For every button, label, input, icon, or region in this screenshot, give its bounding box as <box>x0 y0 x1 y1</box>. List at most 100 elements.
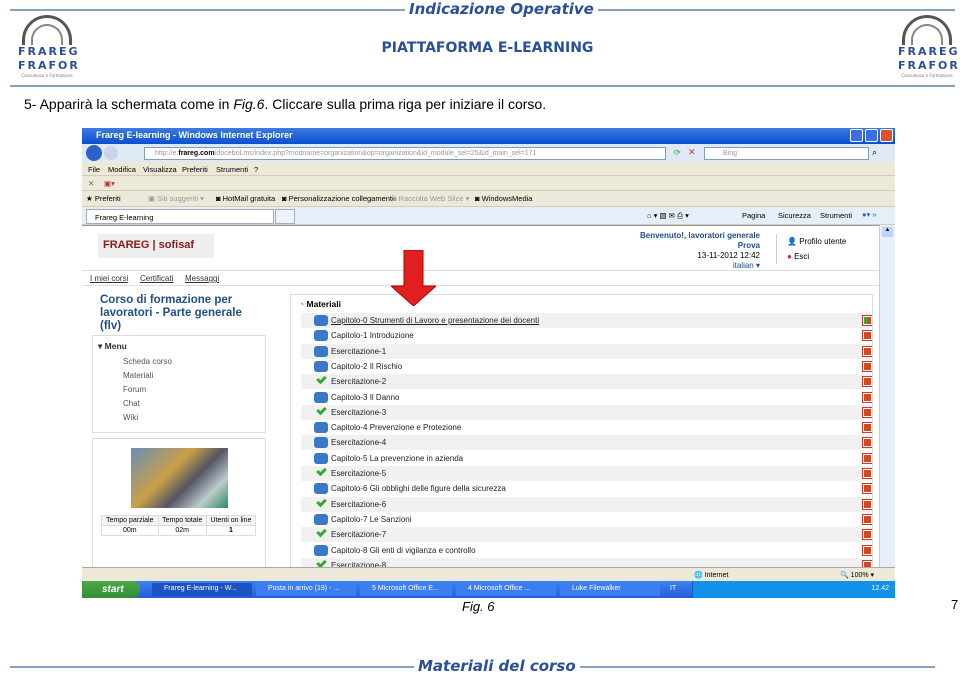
status-icon[interactable] <box>862 468 872 479</box>
task-frareg[interactable]: Frareg E-learning - W... <box>152 583 252 596</box>
forward-icon[interactable] <box>104 146 118 160</box>
menu-materiali[interactable]: Materiali <box>123 371 153 380</box>
course-title: Corso di formazione per lavoratori - Par… <box>100 294 242 332</box>
translate-icon[interactable]: ▣▾ <box>104 179 115 188</box>
instruction-text: 5- Apparirà la schermata come in Fig.6. … <box>24 96 546 112</box>
material-label: Esercitazione-5 <box>331 469 387 478</box>
material-row[interactable]: Capitolo-5 La prevenzione in azienda <box>301 451 872 466</box>
search-input[interactable]: Bing <box>704 147 869 160</box>
material-row[interactable]: Esercitazione-4 <box>301 435 872 451</box>
status-icon[interactable] <box>862 483 872 495</box>
menu-chat[interactable]: Chat <box>123 399 140 408</box>
status-icon[interactable] <box>862 437 872 449</box>
profile-link[interactable]: 👤 Profilo utente <box>787 234 846 249</box>
menu-strumenti[interactable]: Strumenti <box>216 165 248 174</box>
command-strip: ✕ ▣▾ <box>82 176 895 191</box>
status-icon[interactable] <box>862 376 872 388</box>
fav-web-slice[interactable]: ◙ Raccolta Web Slice ▾ <box>392 194 469 203</box>
fav-personalizzazione[interactable]: ◙ Personalizzazione collegamenti <box>282 194 394 203</box>
fav-hotmail[interactable]: ◙ HotMail gratuita <box>216 194 275 203</box>
window-title: Frareg E-learning - Windows Internet Exp… <box>96 130 293 140</box>
fav-siti-suggeriti[interactable]: ▣ Siti suggeriti ▾ <box>148 194 204 203</box>
address-bar: http://e.frareg.com/doceboLms/index.php?… <box>82 144 895 162</box>
material-row[interactable]: Esercitazione-5 <box>301 465 872 481</box>
cmd-pagina[interactable]: Pagina <box>742 211 765 220</box>
material-row[interactable]: Capitolo-8 Gli enti di vigilanza e contr… <box>301 543 872 558</box>
status-icon[interactable] <box>862 391 872 403</box>
material-label: Capitolo-3 Il Danno <box>331 392 400 402</box>
task-luke[interactable]: Luke Filewalker <box>560 583 660 596</box>
status-icon[interactable] <box>862 330 872 342</box>
tab-frareg[interactable]: Frareg E-learning <box>86 209 274 224</box>
window-titlebar: Frareg E-learning - Windows Internet Exp… <box>82 128 895 144</box>
task-posta[interactable]: Posta in arrivo (19) - ... <box>256 583 356 596</box>
zone-indicator: 🌐 Internet <box>694 572 729 579</box>
url-input[interactable]: http://e.frareg.com/doceboLms/index.php?… <box>144 147 666 160</box>
material-row[interactable]: Capitolo-3 Il Danno <box>301 390 872 405</box>
zoom-control[interactable]: 🔍 100% ▾ <box>840 571 874 579</box>
search-icon[interactable]: ⌕ <box>872 147 877 158</box>
status-icon[interactable] <box>862 529 872 541</box>
vertical-scrollbar[interactable]: ▲ <box>879 225 895 567</box>
completed-check-icon <box>316 404 327 416</box>
task-office[interactable]: 4 Microsoft Office ... <box>456 583 556 596</box>
instr-prefix: 5- Apparirà la schermata come in <box>24 96 234 112</box>
material-label: Capitolo-6 Gli obblighi delle figure del… <box>331 484 506 494</box>
nav-miei-corsi[interactable]: I miei corsi <box>90 274 128 283</box>
fav-windowsmedia[interactable]: ◙ WindowsMedia <box>475 194 532 203</box>
cmd-strumenti[interactable]: Strumenti <box>820 211 852 220</box>
menu-help[interactable]: ? <box>254 165 258 174</box>
material-row[interactable]: Esercitazione-7 <box>301 526 872 543</box>
material-row[interactable]: Capitolo-0 Strumenti di Lavoro e present… <box>301 313 872 328</box>
status-icon[interactable] <box>862 422 872 434</box>
menu-bar: File Modifica Visualizza Preferiti Strum… <box>82 162 895 176</box>
home-icon[interactable]: ⌂ ▾ ▧ ✉ ⎙ ▾ <box>647 211 689 221</box>
minimize-button[interactable] <box>850 129 863 142</box>
material-row[interactable]: Capitolo-4 Prevenzione e Protezione <box>301 420 872 435</box>
status-icon[interactable] <box>862 544 872 556</box>
nav-messaggi[interactable]: Messaggi <box>185 274 219 283</box>
favorites-bar: ★ Preferiti ▣ Siti suggeriti ▾ ◙ HotMail… <box>82 191 895 207</box>
status-icon[interactable] <box>862 406 872 418</box>
system-tray: 12.42 <box>692 581 895 598</box>
start-button[interactable]: start <box>82 581 140 598</box>
menu-file[interactable]: File <box>88 165 100 174</box>
stats-icon[interactable] <box>862 315 872 326</box>
material-row[interactable]: Capitolo-1 Introduzione <box>301 328 872 343</box>
menu-visualizza[interactable]: Visualizza <box>143 165 177 174</box>
material-row[interactable]: Capitolo-6 Gli obblighi delle figure del… <box>301 481 872 496</box>
menu-preferiti[interactable]: Preferiti <box>182 165 208 174</box>
status-icon[interactable] <box>862 513 872 525</box>
material-row[interactable]: Esercitazione-2 <box>301 373 872 390</box>
status-icon[interactable] <box>862 498 872 510</box>
task-office-excel[interactable]: 5 Microsoft Office E... <box>360 583 452 596</box>
close-button[interactable] <box>880 129 893 142</box>
learning-object-icon <box>314 513 328 525</box>
status-icon[interactable] <box>862 345 872 357</box>
menu-scheda-corso[interactable]: Scheda corso <box>123 357 172 366</box>
cmd-sicurezza[interactable]: Sicurezza <box>778 211 811 220</box>
logout-link[interactable]: ● Esci <box>787 249 846 264</box>
menu-modifica[interactable]: Modifica <box>108 165 136 174</box>
new-tab-button[interactable] <box>275 209 295 224</box>
menu-forum[interactable]: Forum <box>123 385 146 394</box>
stop-icon[interactable]: ✕ <box>688 147 696 158</box>
material-row[interactable]: Esercitazione-6 <box>301 496 872 512</box>
menu-wiki[interactable]: Wiki <box>123 413 138 422</box>
material-row[interactable]: Esercitazione-1 <box>301 343 872 359</box>
maximize-button[interactable] <box>865 129 878 142</box>
page-number: 7 <box>951 597 959 612</box>
fav-preferiti[interactable]: ★ Preferiti <box>86 194 121 203</box>
material-row[interactable]: Capitolo-2 Il Rischio <box>301 359 872 374</box>
status-icon[interactable] <box>862 452 872 464</box>
status-icon[interactable] <box>862 360 872 372</box>
material-row[interactable]: Esercitazione-3 <box>301 404 872 420</box>
close-tab-icon[interactable]: ✕ <box>88 179 94 188</box>
language-indicator[interactable]: IT <box>670 585 676 592</box>
nav-certificati[interactable]: Certificati <box>140 274 173 283</box>
back-icon[interactable] <box>86 145 102 161</box>
material-row[interactable]: Capitolo-7 Le Sanzioni <box>301 512 872 527</box>
site-logo: FRAREG | sofisaf <box>98 234 214 258</box>
help-icon[interactable]: ●▾ » <box>862 210 877 219</box>
refresh-icon[interactable]: ⟳ <box>674 148 681 157</box>
